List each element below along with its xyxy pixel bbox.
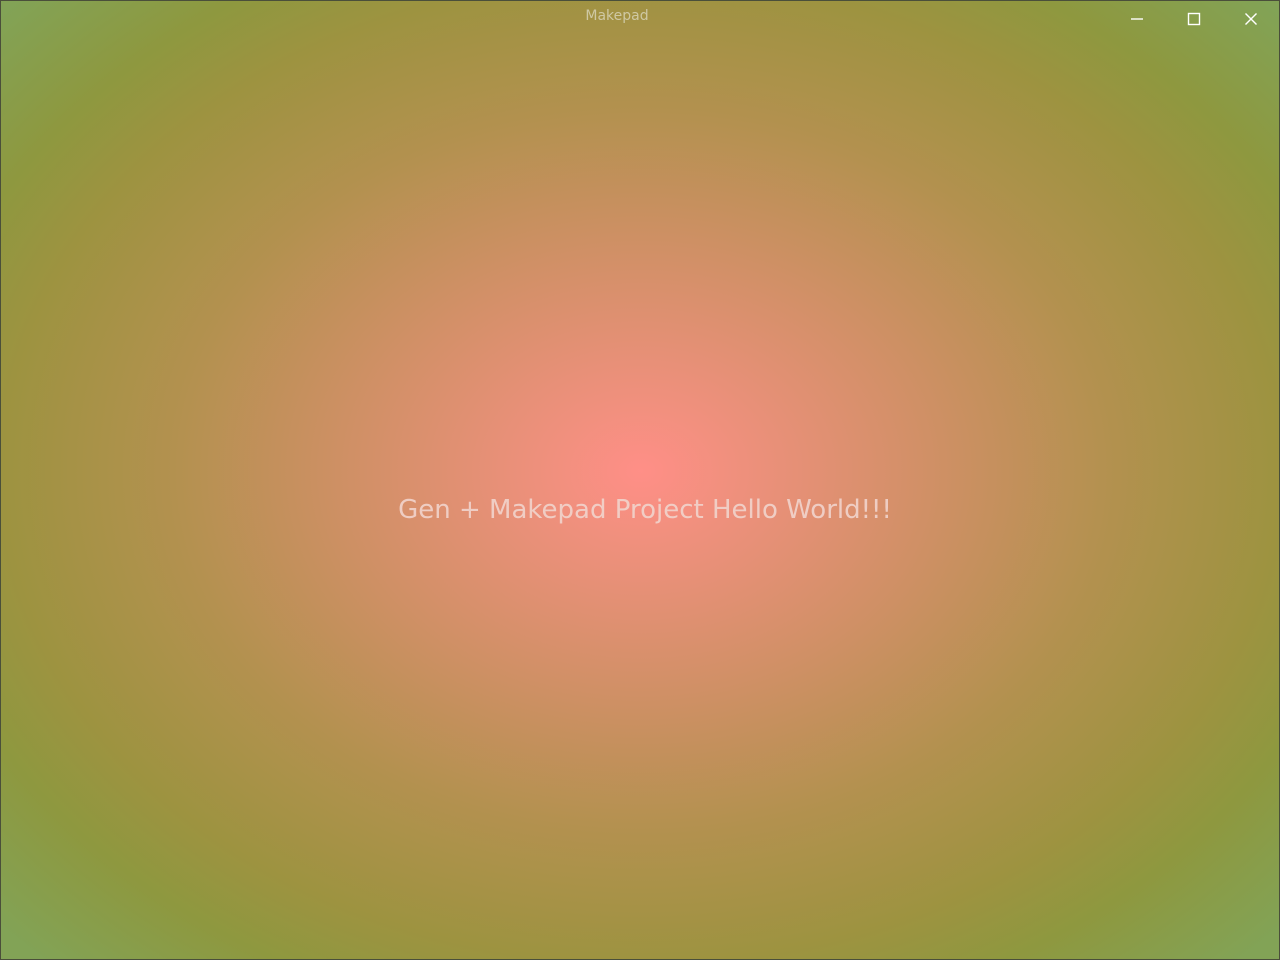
close-icon (1244, 13, 1257, 25)
close-button[interactable] (1222, 1, 1279, 37)
window-controls (1108, 1, 1279, 37)
window-title: Makepad (585, 8, 649, 24)
app-window: Makepad Gen + Makepad Project Hello Worl… (0, 0, 1280, 960)
minimize-button[interactable] (1108, 1, 1165, 37)
title-bar[interactable]: Makepad (1, 1, 1279, 37)
maximize-button[interactable] (1165, 1, 1222, 37)
maximize-icon (1187, 12, 1200, 26)
minimize-icon (1130, 18, 1143, 20)
hello-world-label: Gen + Makepad Project Hello World!!! (398, 495, 892, 525)
